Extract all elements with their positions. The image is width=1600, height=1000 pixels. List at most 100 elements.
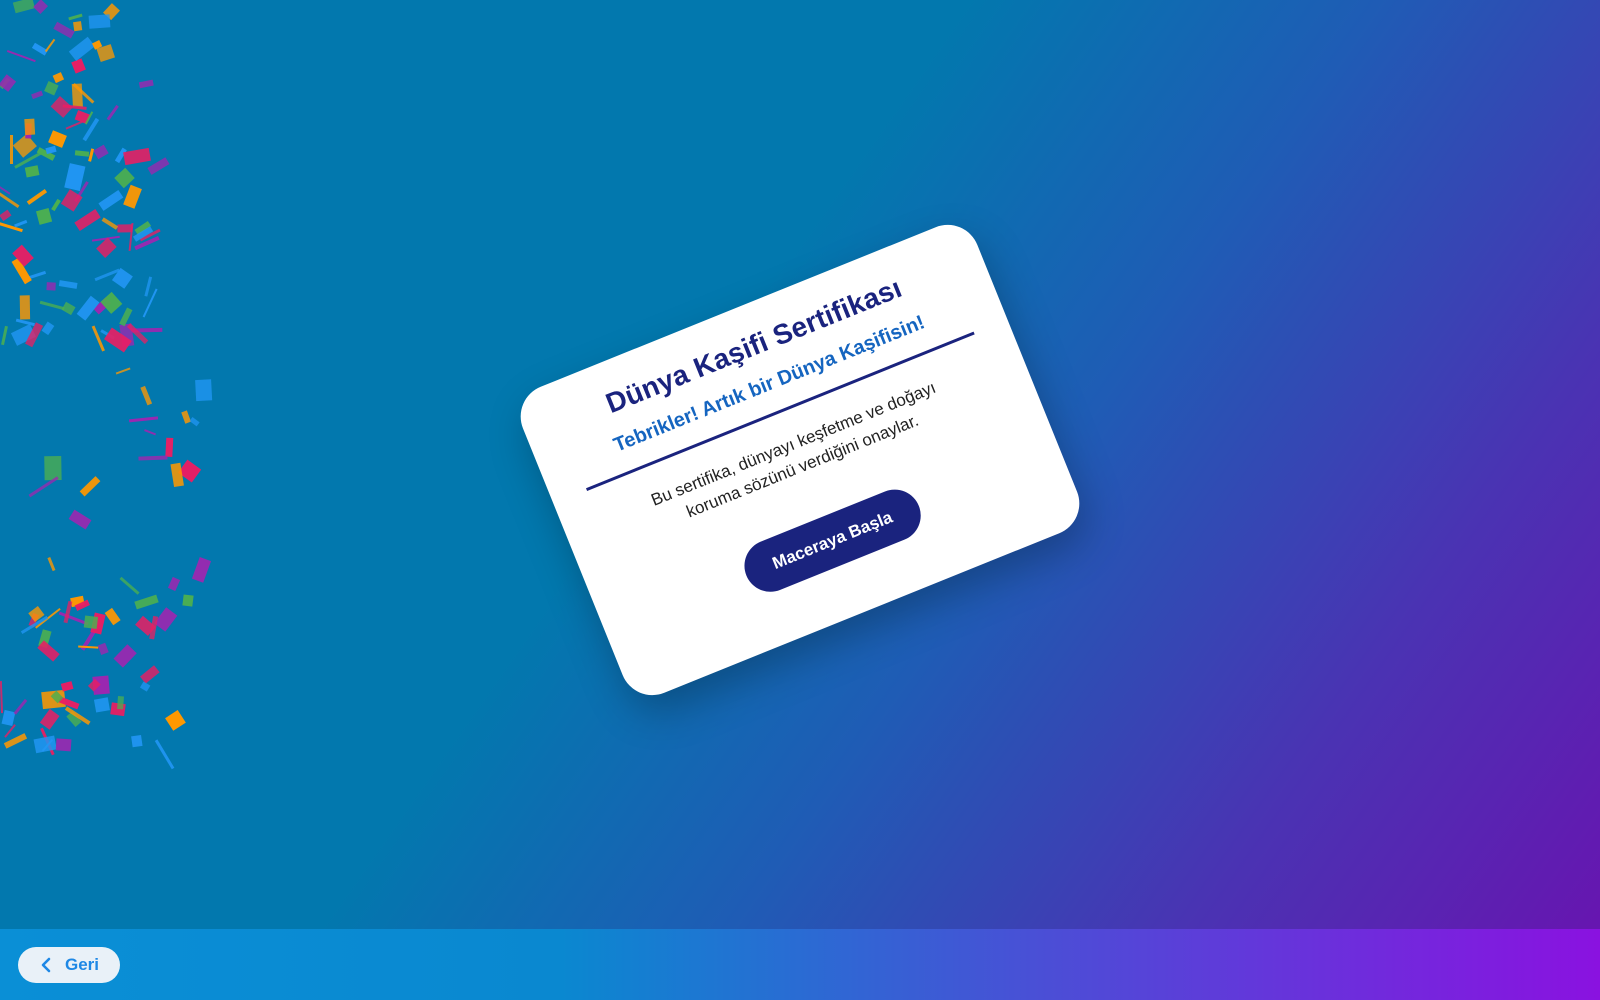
confetti-piece bbox=[182, 594, 194, 607]
confetti-piece bbox=[104, 327, 132, 353]
confetti-piece bbox=[89, 613, 106, 635]
confetti-piece bbox=[50, 95, 73, 118]
confetti-piece bbox=[154, 739, 174, 770]
chevron-left-icon bbox=[39, 957, 53, 973]
confetti-piece bbox=[96, 237, 117, 258]
confetti-piece bbox=[15, 318, 35, 327]
app-screen: Dünya Kaşifi Sertifikası Tebrikler! Artı… bbox=[0, 0, 1600, 1000]
confetti-piece bbox=[0, 222, 24, 233]
confetti-piece bbox=[41, 738, 53, 752]
confetti-piece bbox=[115, 366, 131, 375]
confetti-piece bbox=[177, 459, 201, 483]
certificate-card: Dünya Kaşifi Sertifikası Tebrikler! Artı… bbox=[511, 215, 1089, 705]
confetti-piece bbox=[116, 695, 124, 710]
confetti-piece bbox=[37, 629, 52, 649]
confetti-piece bbox=[142, 289, 158, 318]
certificate-card-wrapper: Dünya Kaşifi Sertifikası Tebrikler! Artı… bbox=[511, 215, 1089, 705]
confetti-piece bbox=[87, 678, 101, 692]
confetti-piece bbox=[53, 22, 75, 39]
confetti-piece bbox=[72, 20, 83, 31]
confetti-piece bbox=[36, 207, 53, 225]
confetti-piece bbox=[41, 689, 67, 709]
confetti-piece bbox=[134, 594, 159, 610]
confetti-piece bbox=[134, 221, 151, 236]
confetti-piece bbox=[154, 606, 178, 631]
confetti-piece bbox=[58, 279, 78, 289]
confetti-piece bbox=[44, 80, 59, 96]
confetti-piece bbox=[93, 296, 112, 314]
confetti-piece bbox=[20, 616, 49, 635]
confetti-piece bbox=[29, 476, 59, 498]
confetti-piece bbox=[0, 77, 11, 90]
confetti-piece bbox=[164, 709, 186, 731]
confetti-piece bbox=[81, 628, 98, 651]
confetti-piece bbox=[98, 189, 123, 211]
confetti-piece bbox=[19, 295, 31, 320]
confetti-piece bbox=[82, 118, 99, 141]
confetti-piece bbox=[74, 209, 101, 231]
confetti-piece bbox=[33, 0, 48, 15]
confetti-piece bbox=[100, 291, 122, 314]
confetti-piece bbox=[111, 267, 133, 289]
start-adventure-button[interactable]: Maceraya Başla bbox=[736, 481, 929, 600]
confetti-piece bbox=[139, 681, 151, 692]
confetti-piece bbox=[77, 645, 99, 649]
confetti-piece bbox=[92, 675, 111, 696]
confetti-piece bbox=[138, 79, 154, 89]
confetti-piece bbox=[126, 323, 149, 345]
confetti-piece bbox=[117, 223, 133, 233]
confetti-piece bbox=[91, 325, 106, 352]
confetti-piece bbox=[170, 462, 184, 487]
confetti-piece bbox=[62, 104, 87, 110]
confetti-piece bbox=[3, 733, 27, 749]
confetti-piece bbox=[60, 680, 74, 692]
confetti-piece bbox=[0, 681, 4, 714]
confetti-piece bbox=[72, 82, 94, 104]
confetti-piece bbox=[35, 607, 62, 629]
confetti-piece bbox=[140, 665, 160, 684]
confetti-piece bbox=[119, 308, 133, 327]
confetti-piece bbox=[41, 321, 55, 336]
confetti-piece bbox=[144, 276, 152, 297]
back-button[interactable]: Geri bbox=[18, 947, 120, 983]
confetti-piece bbox=[106, 104, 119, 121]
confetti-piece bbox=[12, 244, 34, 267]
confetti-piece bbox=[65, 120, 84, 130]
confetti-piece bbox=[110, 702, 127, 717]
confetti-piece bbox=[91, 39, 103, 50]
confetti-piece bbox=[165, 437, 174, 457]
confetti-piece bbox=[73, 180, 89, 202]
confetti-piece bbox=[69, 36, 96, 61]
confetti-piece bbox=[1, 326, 9, 346]
confetti-piece bbox=[139, 228, 161, 242]
confetti-piece bbox=[14, 149, 45, 169]
confetti-piece bbox=[131, 328, 163, 333]
confetti-piece bbox=[11, 258, 32, 285]
confetti-piece bbox=[45, 39, 56, 53]
confetti-piece bbox=[44, 456, 62, 481]
confetti-piece bbox=[85, 111, 94, 126]
confetti-piece bbox=[147, 157, 170, 176]
confetti-piece bbox=[115, 148, 128, 164]
confetti-piece bbox=[100, 329, 116, 340]
confetti-piece bbox=[71, 58, 86, 74]
confetti-piece bbox=[96, 44, 115, 63]
confetti-piece bbox=[180, 409, 191, 424]
confetti-piece bbox=[33, 735, 57, 754]
confetti-piece bbox=[140, 385, 153, 406]
confetti-piece bbox=[70, 595, 85, 608]
confetti-piece bbox=[13, 219, 28, 228]
confetti-piece bbox=[46, 281, 56, 291]
confetti-piece bbox=[25, 123, 32, 139]
confetti-piece bbox=[1, 710, 16, 727]
confetti-piece bbox=[26, 189, 47, 205]
confetti-piece bbox=[103, 2, 120, 20]
confetti-piece bbox=[61, 301, 76, 316]
confetti-piece bbox=[101, 217, 119, 231]
confetti-piece bbox=[74, 599, 91, 612]
back-button-label: Geri bbox=[64, 955, 100, 974]
confetti-piece bbox=[132, 226, 153, 242]
confetti-piece bbox=[97, 642, 109, 656]
confetti-piece bbox=[0, 209, 12, 222]
confetti-piece bbox=[28, 606, 45, 622]
